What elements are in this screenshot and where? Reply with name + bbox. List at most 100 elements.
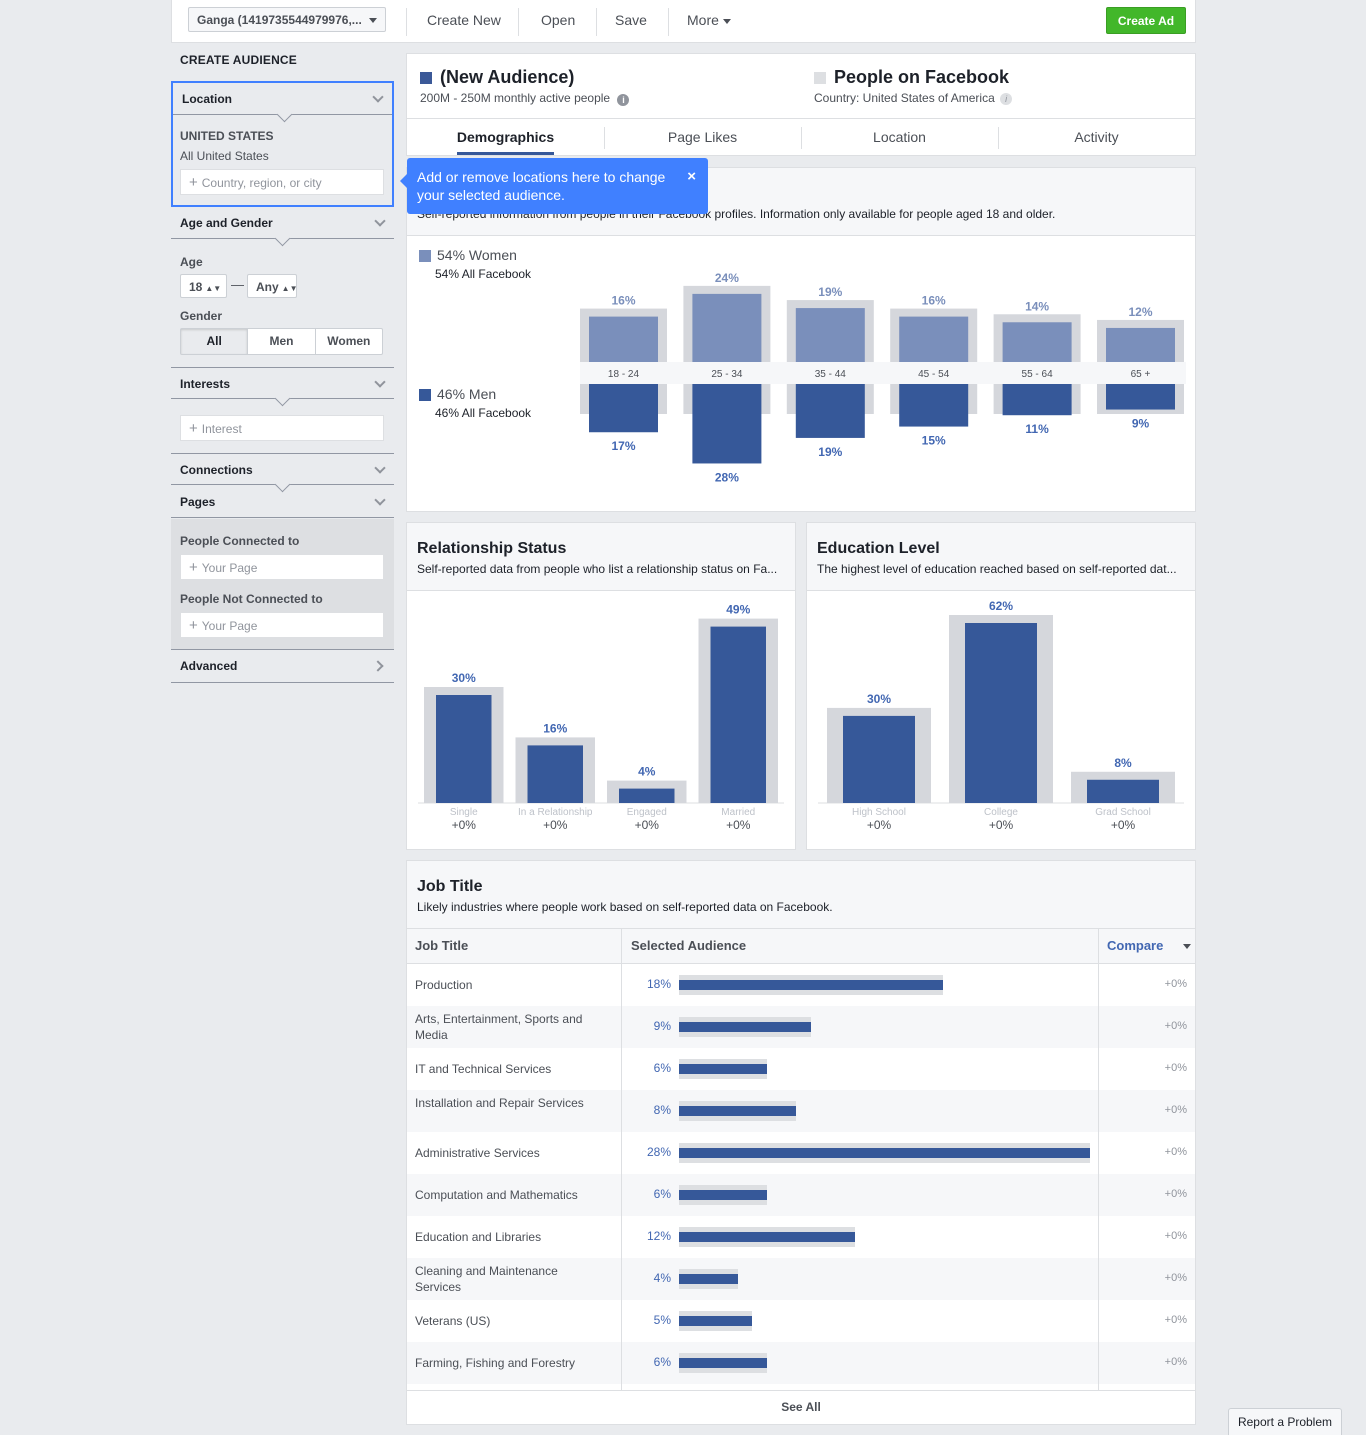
location-country: UNITED STATES	[180, 129, 274, 143]
men-bar-label: 19%	[818, 445, 842, 459]
toolbar-divider	[406, 8, 407, 36]
age-tick-label: 35 - 44	[815, 369, 847, 380]
audience-size-row: 200M - 250M monthly active people i	[420, 91, 630, 106]
interest-input[interactable]: + Interest	[180, 415, 384, 441]
job-table-header: Job Title Selected Audience Compare	[407, 928, 1195, 964]
tab-page-likes[interactable]: Page Likes	[604, 119, 801, 156]
tab-location[interactable]: Location	[801, 119, 998, 156]
age-max-select[interactable]: Any ▲▼	[247, 274, 298, 298]
info-icon[interactable]: i	[1000, 93, 1013, 105]
col-job-title: Job Title	[415, 938, 469, 953]
see-all-button[interactable]: See All	[407, 1390, 1195, 1424]
location-header[interactable]: Location	[173, 83, 392, 123]
plus-icon: +	[189, 559, 198, 576]
women-bar	[692, 293, 762, 362]
compare-dropdown[interactable]: Compare	[1107, 929, 1191, 963]
connections-header[interactable]: Connections	[171, 453, 394, 493]
job-title-bar	[679, 1190, 768, 1200]
job-title-compare: +0%	[1164, 1020, 1187, 1032]
toolbar-divider	[668, 8, 669, 36]
job-title-percent: 6%	[653, 1061, 671, 1075]
job-title-compare: +0%	[1164, 1272, 1187, 1284]
job-title-compare: +0%	[1164, 1314, 1187, 1326]
info-icon[interactable]: i	[617, 94, 630, 106]
age-gender-header[interactable]: Age and Gender	[171, 207, 394, 247]
job-title-percent: 18%	[646, 977, 671, 991]
women-bar-label: 16%	[611, 294, 635, 308]
men-bar	[795, 384, 865, 438]
bar-value-label: 16%	[543, 721, 567, 735]
more-label: More	[687, 12, 719, 28]
job-title-bar	[679, 1148, 1090, 1158]
men-bar	[692, 384, 762, 464]
job-title-bar	[679, 1232, 856, 1242]
job-title-name: Education and Libraries	[415, 1230, 542, 1244]
women-bar-label: 12%	[1128, 305, 1152, 319]
compare-name: People on Facebook	[834, 67, 1010, 87]
table-row: Farming, Fishing and Forestry 6% +0%	[407, 1342, 1195, 1384]
gender-men-button[interactable]: Men	[248, 329, 316, 354]
tab-demographics[interactable]: Demographics	[407, 119, 604, 156]
job-title-name: IT and Technical Services	[415, 1062, 552, 1076]
advanced-header[interactable]: Advanced	[171, 649, 394, 683]
location-input[interactable]: + Country, region, or city	[180, 169, 384, 195]
gender-all-button[interactable]: All	[181, 329, 249, 354]
change-label: +0%	[635, 818, 660, 832]
women-bar-label: 24%	[715, 271, 739, 285]
category-label: Engaged	[627, 807, 667, 818]
job-title-bar	[679, 1274, 738, 1284]
change-label: +0%	[989, 818, 1014, 832]
category-label: Married	[721, 807, 755, 818]
age-min-select[interactable]: 18 ▲▼	[180, 274, 227, 298]
age-label: Age	[180, 255, 203, 269]
bar	[965, 623, 1037, 803]
pages-header[interactable]: Pages	[171, 486, 394, 518]
job-title-card: Job Title Likely industries where people…	[406, 860, 1196, 1425]
bar	[710, 626, 766, 803]
save-button[interactable]: Save	[615, 0, 647, 42]
men-bar-label: 28%	[715, 470, 739, 484]
job-title-bar	[679, 1358, 768, 1368]
gender-label: Gender	[180, 309, 223, 323]
age-axis-band	[580, 362, 1186, 384]
connections-label: Connections	[180, 463, 253, 477]
job-title-compare: +0%	[1164, 1356, 1187, 1368]
connected-page-input[interactable]: + Your Page	[180, 554, 384, 580]
education-chart: 30%High School+0%62%College+0%8%Grad Sch…	[818, 599, 1184, 832]
age-gender-chart: 16% 17% 18 - 24 24% 28% 25 - 34 19% 19% 35 - 44 1…	[580, 271, 1186, 484]
caret-down-icon	[369, 18, 377, 23]
caret-down-icon	[722, 18, 731, 24]
open-button[interactable]: Open	[541, 0, 575, 42]
job-title-percent: 9%	[653, 1019, 671, 1033]
close-icon[interactable]: ×	[687, 168, 696, 186]
create-new-button[interactable]: Create New	[427, 0, 501, 42]
table-row: Production 18% +0%	[407, 964, 1195, 1006]
toolbar-divider	[596, 8, 597, 36]
report-problem-button[interactable]: Report a Problem	[1228, 1408, 1342, 1435]
tab-activity[interactable]: Activity	[998, 119, 1195, 156]
create-ad-button[interactable]: Create Ad	[1106, 7, 1186, 34]
age-tick-label: 55 - 64	[1022, 369, 1054, 380]
account-selector[interactable]: Ganga (1419735544979976,...	[188, 7, 386, 32]
not-connected-page-input[interactable]: + Your Page	[180, 612, 384, 638]
account-label: Ganga (1419735544979976,...	[197, 13, 362, 27]
gender-toggle: All Men Women	[180, 328, 383, 355]
bar-value-label: 62%	[989, 599, 1013, 613]
tab-label: Demographics	[456, 129, 555, 155]
compare-label: Compare	[1107, 938, 1164, 953]
interests-header[interactable]: Interests	[171, 367, 394, 407]
change-label: +0%	[1111, 818, 1136, 832]
category-label: College	[984, 807, 1018, 818]
women-bar-label: 19%	[818, 285, 842, 299]
compare-country: Country: United States of America	[814, 91, 995, 105]
job-title-name: Installation and Repair Services	[415, 1096, 584, 1110]
updown-icon: ▲▼	[281, 284, 298, 293]
age-max-value: Any	[256, 280, 279, 294]
card-header	[407, 861, 1195, 928]
more-button[interactable]: More	[687, 0, 731, 42]
gender-women-button[interactable]: Women	[316, 329, 382, 354]
table-row: Veterans (US) 5% +0%	[407, 1300, 1195, 1342]
toolbar-divider	[518, 8, 519, 36]
job-title-bar	[679, 980, 944, 990]
job-title-subtitle: Likely industries where people work base…	[417, 900, 833, 914]
